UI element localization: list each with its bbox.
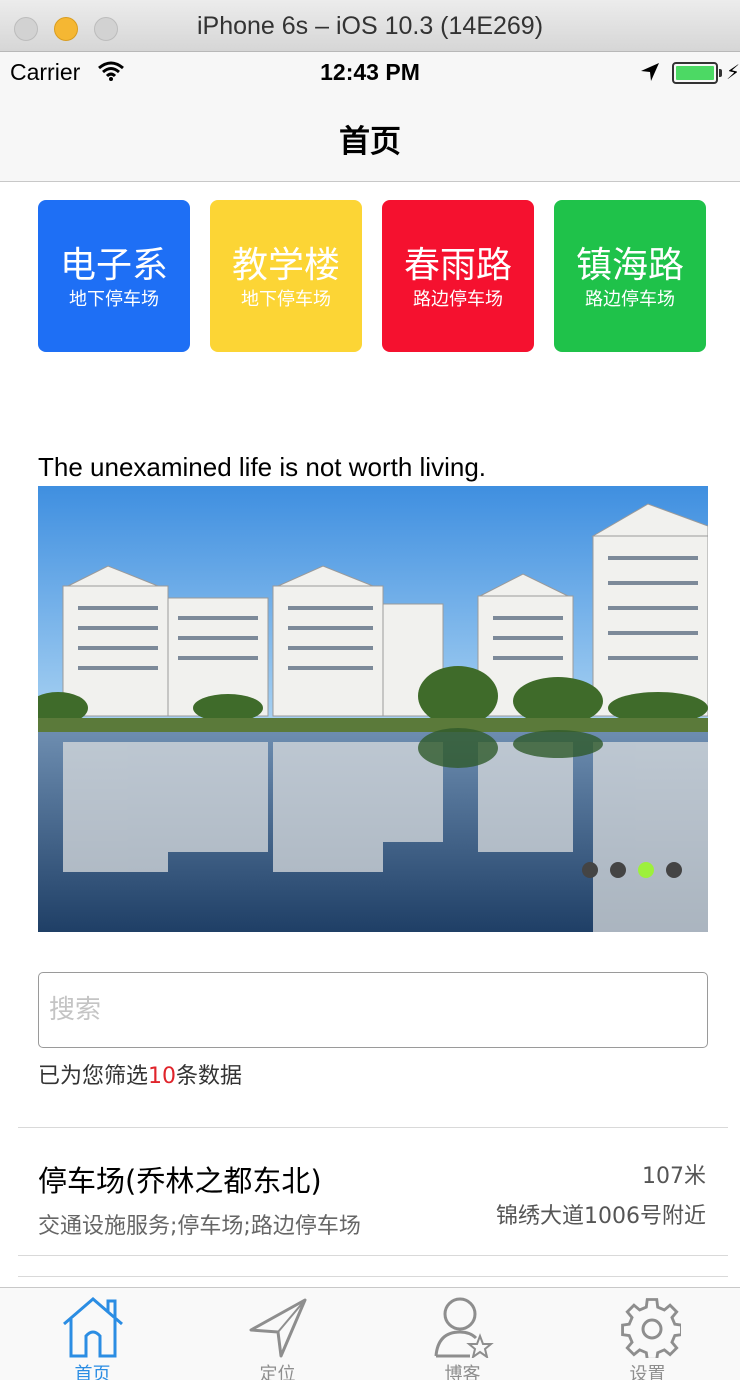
quote-text: The unexamined life is not worth living. xyxy=(38,452,487,482)
list-item[interactable]: 停车场(乔林之都东北) 交通设施服务;停车场;路边停车场 107米 锦绣大道10… xyxy=(18,1128,728,1254)
charging-bolt-icon: ⚡ xyxy=(726,60,740,84)
page-dot[interactable] xyxy=(582,862,598,878)
list-divider xyxy=(18,1255,728,1256)
tab-settings[interactable]: 设置 xyxy=(555,1288,740,1380)
item-distance: 107米 xyxy=(642,1164,706,1189)
location-arrow-icon xyxy=(640,62,660,86)
tab-home[interactable]: 首页 xyxy=(0,1288,185,1380)
item-name: 停车场(乔林之都东北) xyxy=(38,1164,322,1198)
navigation-bar: 首页 xyxy=(0,92,740,182)
tile-subtitle: 路边停车场 xyxy=(413,289,503,310)
tile-subtitle: 路边停车场 xyxy=(585,289,675,310)
carousel-page-indicator[interactable] xyxy=(582,862,682,878)
tab-label: 定位 xyxy=(259,1364,296,1380)
home-icon xyxy=(63,1297,123,1358)
status-bar: Carrier 12:43 PM ⚡ xyxy=(0,52,740,92)
tile-title: 春雨路 xyxy=(403,245,512,286)
item-category: 交通设施服务;停车场;路边停车场 xyxy=(38,1214,361,1239)
tab-location[interactable]: 定位 xyxy=(185,1288,370,1380)
filter-prefix: 已为您筛选 xyxy=(38,1064,149,1089)
list-divider xyxy=(18,1276,728,1277)
tile-subtitle: 地下停车场 xyxy=(241,289,331,310)
parking-tiles: 电子系 地下停车场 教学楼 地下停车场 春雨路 路边停车场 镇海路 路边停车场 xyxy=(38,200,706,352)
tile-subtitle: 地下停车场 xyxy=(69,289,159,310)
page-dot-active[interactable] xyxy=(638,862,654,878)
status-time: 12:43 PM xyxy=(320,59,420,85)
tile-title: 镇海路 xyxy=(575,245,684,286)
tile-title: 教学楼 xyxy=(231,245,340,286)
simulator-titlebar: iPhone 6s – iOS 10.3 (14E269) xyxy=(0,0,740,52)
tile-title: 电子系 xyxy=(59,245,168,286)
location-icon xyxy=(249,1298,307,1358)
tile-chunyulu[interactable]: 春雨路 路边停车场 xyxy=(382,200,534,352)
tile-jiaoxuelou[interactable]: 教学楼 地下停车场 xyxy=(210,200,362,352)
tab-label: 博客 xyxy=(444,1364,481,1380)
filter-suffix: 条数据 xyxy=(176,1064,243,1089)
battery-icon xyxy=(672,62,718,84)
page-title: 首页 xyxy=(339,124,401,160)
filter-count: 10 xyxy=(148,1064,177,1089)
tile-zhenhailu[interactable]: 镇海路 路边停车场 xyxy=(554,200,706,352)
simulator-title: iPhone 6s – iOS 10.3 (14E269) xyxy=(196,12,544,40)
filter-summary: 已为您筛选10条数据 xyxy=(38,1058,242,1090)
tile-dianzixi[interactable]: 电子系 地下停车场 xyxy=(38,200,190,352)
tab-label: 设置 xyxy=(629,1364,666,1380)
tab-bar: 首页 定位 博客 设置 xyxy=(0,1287,740,1380)
battery-tip xyxy=(719,69,722,77)
page-dot[interactable] xyxy=(610,862,626,878)
item-address: 锦绣大道1006号附近 xyxy=(496,1204,706,1229)
gear-icon xyxy=(621,1298,681,1358)
search-input[interactable] xyxy=(38,972,708,1048)
page-dot[interactable] xyxy=(666,862,682,878)
tab-label: 首页 xyxy=(74,1364,111,1380)
user-star-icon xyxy=(434,1297,494,1358)
tab-blog[interactable]: 博客 xyxy=(370,1288,555,1380)
